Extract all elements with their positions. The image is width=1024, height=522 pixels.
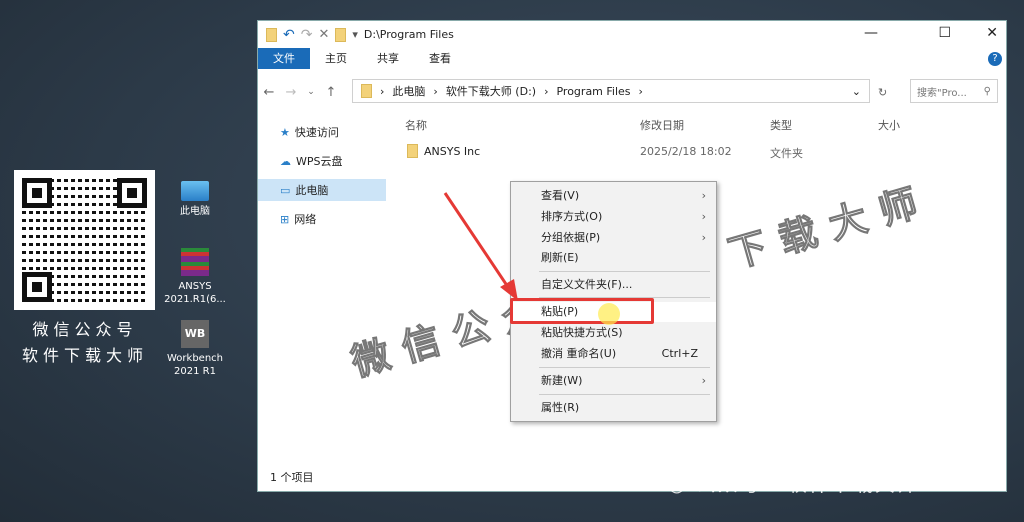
search-placeholder: 搜索"Pro... [917, 87, 967, 99]
column-name[interactable]: 名称 [405, 117, 427, 133]
desktop-icon-this-pc[interactable]: 此电脑 [160, 175, 230, 218]
tab-share[interactable]: 共享 [362, 48, 414, 69]
folder-icon [407, 144, 418, 158]
menu-item-group[interactable]: 分组依据(P) › [511, 228, 716, 248]
help-icon[interactable]: ? [988, 52, 1002, 66]
divider [539, 271, 710, 272]
back-button[interactable]: ← [258, 85, 280, 100]
minimize-button[interactable]: — [864, 25, 878, 41]
tab-file[interactable]: 文件 [258, 48, 310, 69]
folder-icon [266, 27, 277, 42]
chevron-right-icon: › [701, 374, 706, 387]
close-button[interactable]: ✕ [986, 25, 998, 41]
qr-caption: 微信公众号 [32, 320, 138, 339]
file-date: 2025/2/18 18:02 [640, 145, 732, 158]
sidebar-label: 快速访问 [294, 126, 339, 139]
chevron-right-icon: › [701, 189, 706, 202]
sidebar-label: 此电脑 [295, 184, 329, 197]
computer-icon [181, 181, 209, 201]
menu-item-refresh[interactable]: 刷新(E) [511, 248, 716, 268]
menu-item-paste-shortcut[interactable]: 粘贴快捷方式(S) [511, 323, 716, 343]
menu-item-undo-rename[interactable]: 撤消 重命名(U) Ctrl+Z [511, 344, 716, 364]
star-icon: ★ [280, 125, 290, 139]
title-bar: ↶ ↷ ✕ ▾ D:\Program Files — ☐ ✕ [258, 21, 1006, 48]
forward-button[interactable]: → [280, 85, 302, 100]
sidebar-item-wps-cloud[interactable]: ☁ WPS云盘 [258, 150, 386, 172]
breadcrumb-item[interactable]: 软件下载大师 (D:) [446, 83, 536, 99]
tab-home[interactable]: 主页 [310, 48, 362, 69]
chevron-right-icon: › [701, 231, 706, 244]
up-button[interactable]: ↑ [320, 85, 342, 100]
menu-item-sort[interactable]: 排序方式(O) › [511, 207, 716, 227]
watermark-bottom: ◉ 公众号 · 软件下载大师 [668, 472, 919, 496]
breadcrumb-item[interactable]: 此电脑 [392, 83, 425, 99]
redo-icon[interactable]: ↷ [301, 27, 313, 43]
file-name: ANSYS Inc [424, 145, 481, 158]
undo-icon[interactable]: ↶ [283, 27, 295, 43]
menu-item-view[interactable]: 查看(V) › [511, 186, 716, 206]
menu-item-new[interactable]: 新建(W) › [511, 371, 716, 391]
sidebar-label: 网络 [294, 213, 317, 226]
refresh-button[interactable]: ↻ [878, 86, 887, 99]
network-icon: ⊞ [280, 212, 290, 226]
address-row: ← → ⌄ ↑ › 此电脑 › 软件下载大师 (D:) › Program File… [258, 79, 1006, 105]
table-row[interactable]: ANSYS Inc 2025/2/18 18:02 文件夹 [405, 143, 855, 161]
window-title: D:\Program Files [363, 28, 454, 41]
search-input[interactable]: 搜索"Pro... ⚲ [910, 79, 998, 103]
status-bar: 1 个项目 [270, 471, 314, 484]
red-arrow [443, 192, 518, 301]
icon-label: Workbench 2021 R1 [167, 353, 223, 377]
winrar-icon [181, 248, 209, 276]
ribbon-tabs: 文件 主页 共享 查看 ? [258, 48, 1006, 69]
sidebar-item-quick-access[interactable]: ★ 快速访问 [258, 121, 386, 143]
highlight-box [510, 298, 654, 324]
column-type[interactable]: 类型 [770, 117, 792, 133]
customize-qat-icon[interactable]: ▾ [352, 28, 358, 41]
qr-caption: 软件下载大师 [21, 346, 148, 365]
desktop-icon-workbench[interactable]: WB Workbench 2021 R1 [160, 320, 230, 378]
navigation-pane: ★ 快速访问 ☁ WPS云盘 ▭ 此电脑 ⊞ 网络 [258, 121, 386, 237]
workbench-icon: WB [181, 320, 209, 348]
computer-icon: ▭ [280, 183, 291, 197]
icon-label: 此电脑 [180, 206, 210, 217]
divider [539, 367, 710, 368]
maximize-button[interactable]: ☐ [938, 25, 951, 41]
sidebar-label: WPS云盘 [296, 155, 343, 168]
column-date[interactable]: 修改日期 [640, 117, 684, 133]
qr-code [14, 170, 155, 310]
divider [539, 394, 710, 395]
chevron-down-icon[interactable]: ⌄ [852, 85, 861, 98]
desktop-icon-ansys[interactable]: ANSYS 2021.R1(6... [160, 248, 230, 306]
cloud-icon: ☁ [280, 154, 291, 168]
menu-item-properties[interactable]: 属性(R) [511, 398, 716, 418]
menu-item-customize[interactable]: 自定义文件夹(F)... [511, 275, 716, 295]
sidebar-item-this-pc[interactable]: ▭ 此电脑 [258, 179, 386, 201]
wechat-icon: ◉ [668, 472, 696, 496]
column-size[interactable]: 大小 [878, 117, 900, 133]
icon-label: ANSYS 2021.R1(6... [164, 281, 226, 305]
new-folder-icon[interactable] [335, 27, 347, 42]
tab-view[interactable]: 查看 [414, 48, 466, 69]
address-bar[interactable]: › 此电脑 › 软件下载大师 (D:) › Program Files › ⌄ [352, 79, 870, 103]
delete-icon[interactable]: ✕ [318, 27, 329, 42]
cursor-highlight [598, 303, 620, 325]
search-icon: ⚲ [983, 85, 991, 97]
sidebar-item-network[interactable]: ⊞ 网络 [258, 208, 386, 230]
breadcrumb-item[interactable]: Program Files [556, 85, 630, 98]
chevron-right-icon: › [701, 210, 706, 223]
folder-icon [361, 84, 372, 98]
file-type: 文件夹 [770, 147, 803, 160]
recent-dropdown[interactable]: ⌄ [302, 87, 320, 97]
